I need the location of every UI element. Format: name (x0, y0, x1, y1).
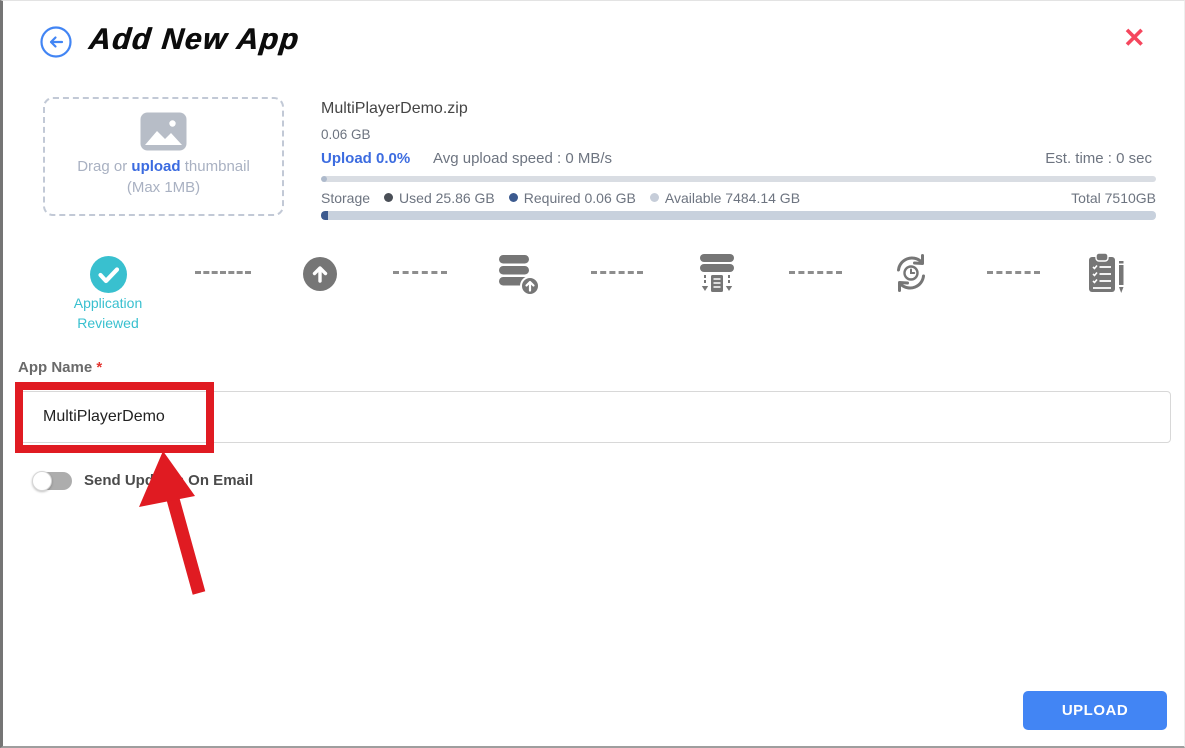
step-connector (393, 271, 447, 274)
thumbnail-dropzone[interactable]: Drag or upload thumbnail (Max 1MB) (43, 97, 284, 216)
step-application-reviewed (90, 256, 127, 298)
step-upload (303, 257, 337, 296)
step-processing (891, 253, 931, 298)
step-store-to-database (497, 253, 541, 302)
storage-used-value: Used 25.86 GB (399, 190, 495, 206)
storage-available-legend: Available 7484.14 GB (650, 190, 800, 206)
file-size: 0.06 GB (321, 127, 371, 142)
step-application-reviewed-label: Application Reviewed (53, 293, 163, 333)
app-name-label-text: App Name (18, 359, 92, 376)
annotation-arrow-icon (131, 443, 231, 603)
step-connector (987, 271, 1040, 274)
step-connector (195, 271, 251, 274)
step-connector (591, 271, 643, 274)
upload-thumbnail-link[interactable]: upload (131, 158, 180, 175)
max-size-note: (Max 1MB) (127, 179, 200, 196)
toggle-knob (32, 471, 52, 491)
upload-button[interactable]: UPLOAD (1023, 691, 1167, 730)
upload-arrow-circle-icon (303, 257, 337, 291)
drag-suffix-text: thumbnail (185, 158, 250, 175)
avg-upload-speed: Avg upload speed : 0 MB/s (433, 150, 612, 167)
required-marker: * (96, 359, 102, 376)
available-dot-icon (650, 193, 659, 202)
estimated-time: Est. time : 0 sec (1045, 150, 1152, 167)
image-placeholder-icon (140, 112, 187, 151)
used-dot-icon (384, 193, 393, 202)
storage-required-legend: Required 0.06 GB (509, 190, 636, 206)
drag-prefix-text: Drag or (77, 158, 127, 175)
storage-label: Storage (321, 190, 370, 206)
storage-available-value: Available 7484.14 GB (665, 190, 800, 206)
storage-total: Total 7510GB (1071, 190, 1156, 206)
file-name: MultiPlayerDemo.zip (321, 100, 468, 118)
step-review-checklist (1086, 253, 1126, 300)
check-circle-icon (90, 256, 127, 293)
step-extract-data (695, 253, 739, 302)
app-name-label: App Name * (18, 359, 102, 376)
sync-clock-icon (891, 253, 931, 293)
email-updates-toggle[interactable] (32, 471, 72, 491)
database-upload-icon (497, 253, 541, 297)
email-updates-label: Send Updates On Email (84, 472, 253, 489)
close-icon[interactable]: ✕ (1123, 25, 1146, 52)
checklist-clipboard-icon (1086, 253, 1126, 295)
storage-used-legend: Used 25.86 GB (384, 190, 495, 206)
storage-usage-bar (321, 211, 1156, 220)
database-extract-icon (695, 253, 739, 297)
storage-required-value: Required 0.06 GB (524, 190, 636, 206)
back-button[interactable] (40, 26, 72, 58)
step-connector (789, 271, 842, 274)
dropzone-text: Drag or upload thumbnail (Max 1MB) (45, 156, 282, 198)
upload-progress-label: Upload 0.0% (321, 150, 410, 167)
storage-legend: Storage Used 25.86 GB Required 0.06 GB A… (321, 189, 1156, 206)
app-name-input[interactable] (18, 391, 1171, 443)
upload-progress-bar (321, 176, 1156, 182)
page-title: Add New App (87, 23, 301, 57)
required-dot-icon (509, 193, 518, 202)
add-new-app-dialog: Add New App ✕ Drag or upload thumbnail (… (0, 0, 1185, 748)
arrow-left-circle-icon (40, 26, 72, 58)
